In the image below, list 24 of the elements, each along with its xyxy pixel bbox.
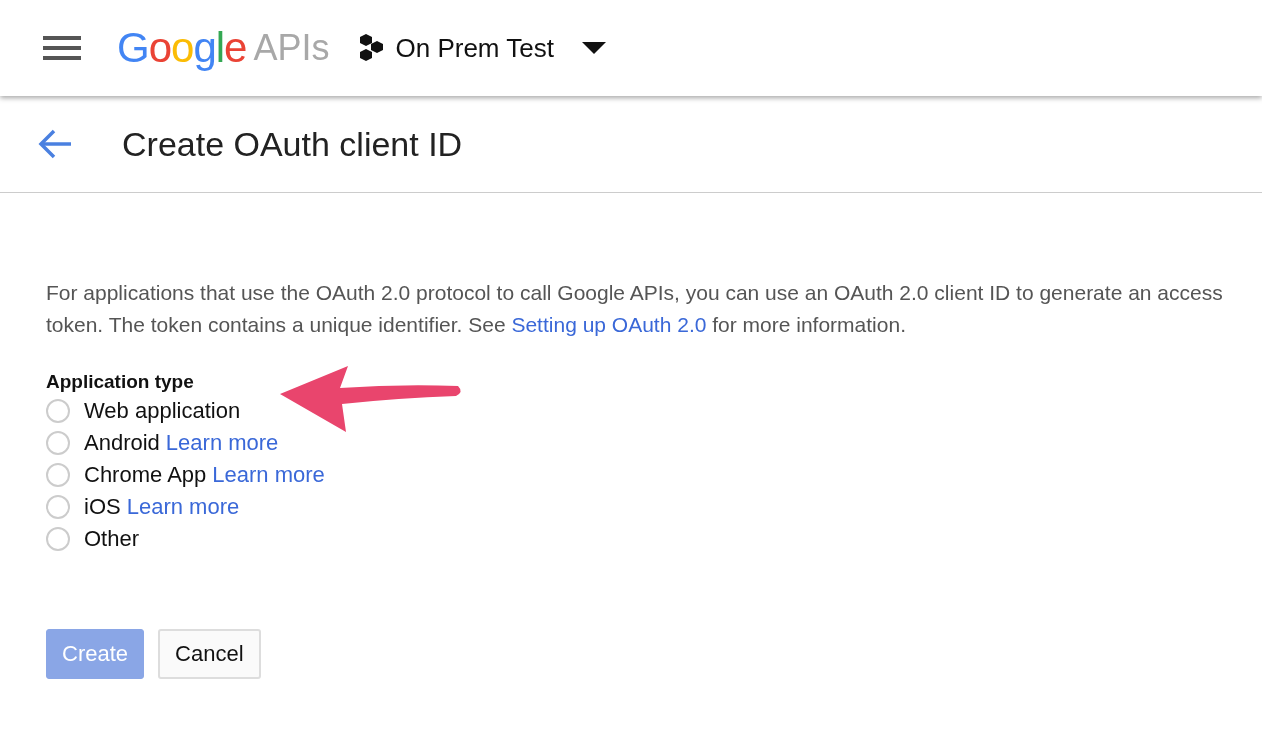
learn-more-link[interactable]: Learn more xyxy=(212,462,325,488)
hexagons-icon xyxy=(357,33,386,63)
caret-icon xyxy=(581,42,606,54)
page-title: Create OAuth client ID xyxy=(122,124,463,164)
radio-button[interactable] xyxy=(46,527,70,551)
option-label: Other xyxy=(84,526,140,552)
radio-button[interactable] xyxy=(46,431,70,455)
radio-button[interactable] xyxy=(46,463,70,487)
field-label: Application type xyxy=(46,371,195,393)
google-logo[interactable]: Google xyxy=(117,27,247,69)
menu-icon[interactable] xyxy=(43,35,81,61)
description-text: For applications that use the OAuth 2.0 protocol to call Google APIs, you can use an OAuth 2.0 client ID to generate an access token. The token contains a unique identifier. See Setting up OAuth 2.0 for more information. xyxy=(46,280,1224,338)
radio-button[interactable] xyxy=(46,399,70,423)
setup-link[interactable]: Setting up OAuth 2.0 xyxy=(511,313,707,336)
option-label: Chrome App xyxy=(84,462,207,488)
cancel-button[interactable]: Cancel xyxy=(158,629,261,679)
option-label: iOS xyxy=(84,494,121,520)
radio-button[interactable] xyxy=(46,495,70,519)
project-selector[interactable]: On Prem Test xyxy=(357,32,606,64)
option-label: Web application xyxy=(84,398,241,424)
learn-more-link[interactable]: Learn more xyxy=(126,494,240,520)
option-label: Android xyxy=(84,430,160,456)
product-name: APIs xyxy=(253,27,330,69)
learn-more-link[interactable]: Learn more xyxy=(165,430,279,456)
